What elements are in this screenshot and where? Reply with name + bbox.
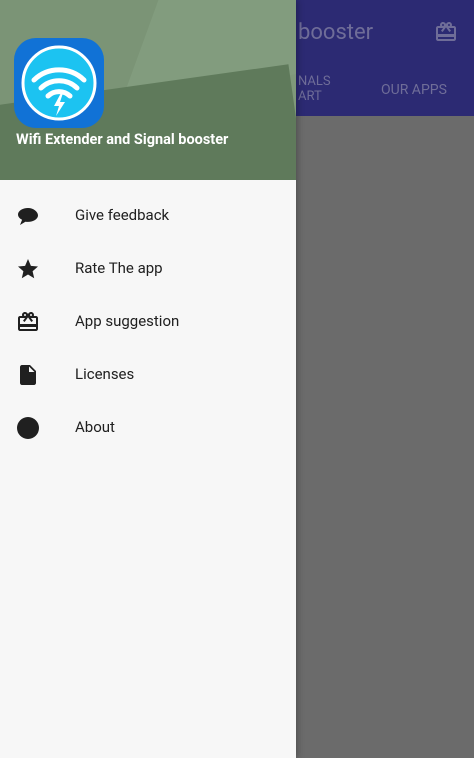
gift-icon[interactable]: [434, 20, 458, 44]
tab-signals-chart[interactable]: NALS ART: [298, 74, 338, 104]
star-icon: [18, 259, 38, 279]
menu-item-give-feedback[interactable]: Give feedback: [0, 189, 296, 242]
menu-item-licenses[interactable]: Licenses: [0, 348, 296, 401]
drawer-menu: Give feedback Rate The app App suggestio…: [0, 189, 296, 454]
chat-bubble-icon: [18, 208, 38, 225]
file-icon: [20, 365, 36, 385]
navigation-drawer: Wifi Extender and Signal booster Give fe…: [0, 0, 296, 758]
app-logo: [14, 38, 104, 128]
menu-label: App suggestion: [75, 312, 180, 330]
circle-icon: [17, 417, 39, 439]
menu-label: Rate The app: [75, 259, 163, 277]
menu-item-app-suggestion[interactable]: App suggestion: [0, 295, 296, 348]
menu-item-about[interactable]: About: [0, 401, 296, 454]
drawer-app-name: Wifi Extender and Signal booster: [16, 131, 229, 148]
menu-label: Give feedback: [75, 206, 170, 224]
menu-item-rate-the-app[interactable]: Rate The app: [0, 242, 296, 295]
tab-our-apps[interactable]: OUR APPS: [381, 82, 447, 98]
drawer-header: Wifi Extender and Signal booster: [0, 0, 296, 180]
gift-icon: [18, 312, 38, 331]
menu-label: Licenses: [75, 365, 135, 383]
menu-label: About: [75, 418, 115, 436]
app-title: booster: [298, 20, 374, 45]
wifi-lightning-icon: [21, 45, 97, 121]
